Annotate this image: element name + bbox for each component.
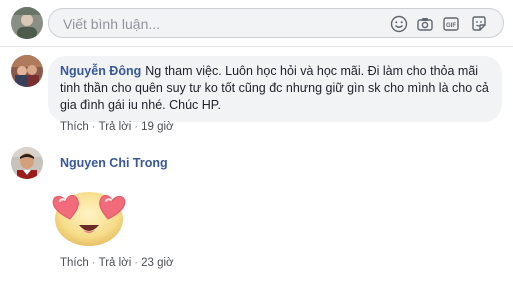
divider — [0, 46, 513, 47]
sticker-icon[interactable] — [469, 14, 489, 34]
separator-dot: · — [91, 121, 96, 133]
comment-actions: Thích · Trả lời · 19 giờ — [60, 121, 174, 133]
comment-actions: Thích · Trả lời · 23 giờ — [60, 257, 174, 269]
commenter-avatar[interactable] — [11, 55, 43, 87]
comment-input[interactable] — [61, 13, 365, 35]
gif-icon[interactable]: GIF — [441, 14, 461, 34]
like-link[interactable]: Thích — [60, 121, 89, 133]
svg-text:GIF: GIF — [446, 23, 456, 29]
separator-dot: · — [134, 257, 139, 269]
current-user-avatar[interactable] — [11, 7, 43, 39]
separator-dot: · — [134, 121, 139, 133]
emoji-icon[interactable] — [389, 14, 409, 34]
reply-link[interactable]: Trả lời — [99, 257, 132, 269]
like-link[interactable]: Thích — [60, 257, 89, 269]
commenter-avatar[interactable] — [11, 147, 43, 179]
comment-input-box[interactable]: GIF — [48, 8, 504, 38]
comment-time[interactable]: 19 giờ — [141, 121, 173, 133]
separator-dot: · — [91, 257, 96, 269]
camera-icon[interactable] — [415, 14, 435, 34]
comment-author[interactable]: Nguyen Chi Trong — [60, 156, 168, 170]
comment-item: Nguyễn Đông Ng tham việc. Luôn học hỏi và… — [0, 52, 513, 137]
comment-item: Nguyen Chi Trong Thích · Trả lời · 23 giờ — [0, 142, 513, 283]
comment-bubble: Nguyễn Đông Ng tham việc. Luôn học hỏi và… — [48, 56, 502, 122]
comment-time[interactable]: 23 giờ — [141, 257, 173, 269]
heart-eyes-sticker — [48, 189, 130, 247]
reply-link[interactable]: Trả lời — [99, 121, 132, 133]
comment-composer: GIF — [0, 0, 513, 50]
composer-icons: GIF — [385, 14, 495, 34]
comment-author[interactable]: Nguyễn Đông — [60, 64, 141, 78]
